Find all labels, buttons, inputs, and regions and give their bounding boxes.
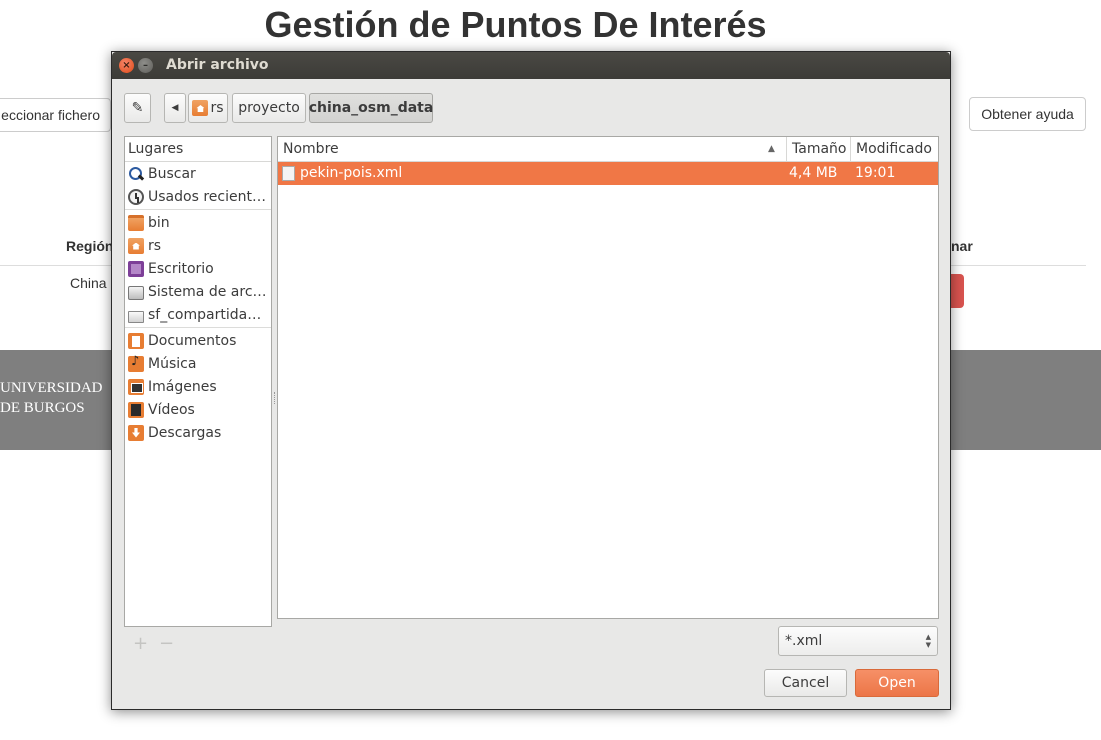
search-icon bbox=[128, 166, 144, 182]
help-button[interactable]: Obtener ayuda bbox=[969, 97, 1086, 131]
pencil-icon: ✎ bbox=[131, 100, 144, 116]
places-separator bbox=[125, 209, 271, 210]
remove-place-button[interactable]: − bbox=[159, 633, 174, 654]
filter-value: *.xml bbox=[785, 633, 823, 649]
path-back-button[interactable]: ◀ bbox=[164, 93, 186, 123]
home-folder-icon bbox=[128, 237, 144, 254]
place-label: Documentos bbox=[148, 332, 237, 349]
place-videos[interactable]: Vídeos bbox=[125, 398, 271, 421]
university-logo: UNIVERSIDAD DE BURGOS bbox=[0, 378, 103, 418]
drive-icon bbox=[128, 285, 144, 300]
file-size: 4,4 MB bbox=[789, 165, 838, 181]
table-header-delete: nar bbox=[951, 238, 973, 254]
places-sidebar: Lugares Buscar Usados recient… bin rs Es… bbox=[124, 136, 272, 627]
share-drive-icon bbox=[128, 310, 144, 323]
file-list-header: Nombre ▲ Tamaño Modificado bbox=[278, 137, 938, 162]
chevron-left-icon: ◀ bbox=[171, 103, 179, 113]
place-documentos[interactable]: Documentos bbox=[125, 329, 271, 352]
place-label: Descargas bbox=[148, 424, 222, 441]
file-row[interactable]: pekin-pois.xml 4,4 MB 19:01 bbox=[278, 162, 938, 185]
file-modified: 19:01 bbox=[855, 165, 896, 181]
place-imagenes[interactable]: Imágenes bbox=[125, 375, 271, 398]
place-buscar[interactable]: Buscar bbox=[125, 162, 271, 185]
place-musica[interactable]: Música bbox=[125, 352, 271, 375]
column-header-modified[interactable]: Modificado bbox=[850, 137, 938, 162]
place-rs[interactable]: rs bbox=[125, 234, 271, 257]
downloads-folder-icon bbox=[128, 424, 144, 441]
recent-icon bbox=[128, 188, 144, 205]
breadcrumb-proyecto[interactable]: proyecto bbox=[232, 93, 306, 123]
file-type-filter[interactable]: *.xml ▲ ▼ bbox=[778, 626, 938, 656]
place-label: Buscar bbox=[148, 165, 196, 182]
desktop-icon bbox=[128, 260, 144, 277]
open-button[interactable]: Open bbox=[855, 669, 939, 697]
table-cell-region: China bbox=[70, 275, 107, 291]
documents-folder-icon bbox=[128, 332, 144, 349]
type-location-button[interactable]: ✎ bbox=[124, 93, 151, 123]
place-label: Escritorio bbox=[148, 260, 214, 277]
place-descargas[interactable]: Descargas bbox=[125, 421, 271, 444]
updown-chevron-icon: ▲ ▼ bbox=[925, 633, 931, 649]
page-title: Gestión de Puntos De Interés bbox=[264, 4, 767, 45]
music-folder-icon bbox=[128, 354, 144, 372]
close-icon[interactable]: × bbox=[119, 58, 134, 73]
videos-folder-icon bbox=[128, 401, 144, 418]
place-sf-compartida[interactable]: sf_compartida… bbox=[125, 303, 271, 326]
select-file-button[interactable]: eccionar fichero bbox=[0, 98, 111, 132]
dialog-titlebar[interactable]: × – Abrir archivo bbox=[112, 52, 950, 79]
file-chooser-dialog: × – Abrir archivo ✎ ◀ rs proyecto china_… bbox=[111, 51, 951, 710]
place-filesystem[interactable]: Sistema de arc… bbox=[125, 280, 271, 303]
breadcrumb-label: rs bbox=[210, 100, 224, 116]
breadcrumb-rs[interactable]: rs bbox=[188, 93, 228, 123]
place-label: Usados recient… bbox=[148, 188, 266, 205]
place-label: Música bbox=[148, 355, 197, 372]
places-separator bbox=[125, 327, 271, 328]
place-label: Imágenes bbox=[148, 378, 217, 395]
place-label: bin bbox=[148, 214, 170, 231]
cancel-button[interactable]: Cancel bbox=[764, 669, 847, 697]
pictures-folder-icon bbox=[128, 378, 144, 395]
place-label: Sistema de arc… bbox=[148, 283, 267, 300]
minimize-icon[interactable]: – bbox=[138, 58, 153, 73]
sort-ascending-icon: ▲ bbox=[768, 144, 775, 154]
table-header-region: Región bbox=[66, 238, 114, 254]
xml-file-icon bbox=[282, 166, 295, 181]
place-bin[interactable]: bin bbox=[125, 211, 271, 234]
home-folder-icon bbox=[192, 100, 209, 116]
pane-resize-handle[interactable] bbox=[274, 392, 276, 404]
breadcrumb-china-osm-data[interactable]: china_osm_data bbox=[309, 93, 433, 123]
column-header-size[interactable]: Tamaño bbox=[786, 137, 850, 162]
add-place-button[interactable]: + bbox=[133, 633, 148, 654]
logo-line-2: DE BURGOS bbox=[0, 400, 85, 416]
folder-icon bbox=[128, 214, 144, 231]
place-escritorio[interactable]: Escritorio bbox=[125, 257, 271, 280]
dialog-title: Abrir archivo bbox=[166, 57, 269, 73]
file-list: Nombre ▲ Tamaño Modificado pekin-pois.xm… bbox=[277, 136, 939, 619]
place-label: rs bbox=[148, 237, 162, 254]
column-header-name[interactable]: Nombre bbox=[278, 137, 786, 162]
place-label: sf_compartida… bbox=[148, 306, 262, 323]
file-name: pekin-pois.xml bbox=[300, 165, 403, 181]
places-header: Lugares bbox=[125, 137, 271, 162]
place-label: Vídeos bbox=[148, 401, 195, 418]
logo-line-1: UNIVERSIDAD bbox=[0, 380, 103, 396]
place-recent[interactable]: Usados recient… bbox=[125, 185, 271, 208]
